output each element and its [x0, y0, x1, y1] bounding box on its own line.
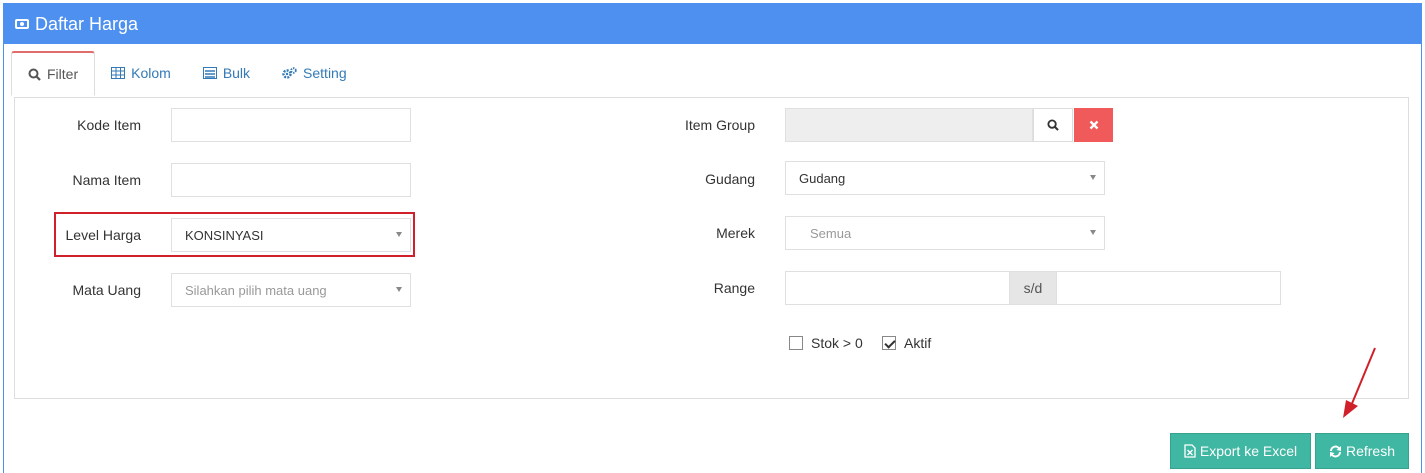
tab-setting[interactable]: Setting	[266, 51, 363, 95]
nama-item-label: Nama Item	[72, 172, 141, 188]
stok-checkbox[interactable]: Stok > 0	[789, 335, 863, 351]
tab-bulk-label: Bulk	[222, 65, 251, 81]
range-separator: s/d	[1010, 271, 1056, 305]
refresh-icon	[1329, 445, 1341, 457]
level-harga-select[interactable]: KONSINYASI	[171, 218, 411, 252]
search-icon	[28, 68, 41, 81]
chevron-down-icon	[396, 287, 402, 292]
level-harga-value: KONSINYASI	[185, 227, 264, 243]
item-group-input[interactable]	[785, 108, 1033, 142]
tab-filter-label: Filter	[47, 66, 79, 82]
mata-uang-label: Mata Uang	[72, 282, 141, 298]
item-group-clear-button[interactable]	[1074, 108, 1113, 142]
tab-bulk[interactable]: Bulk	[187, 51, 266, 95]
gudang-select[interactable]: Gudang	[785, 161, 1105, 195]
chevron-down-icon	[1090, 230, 1096, 235]
refresh-label: Refresh	[1345, 443, 1396, 459]
cogs-icon	[282, 66, 297, 79]
item-group-search-button[interactable]	[1033, 108, 1073, 142]
tab-setting-label: Setting	[303, 65, 347, 81]
chevron-down-icon	[396, 232, 402, 237]
refresh-button[interactable]: Refresh	[1315, 433, 1409, 469]
range-from-input[interactable]	[785, 271, 1010, 305]
kode-item-input[interactable]	[171, 108, 411, 142]
chevron-down-icon	[1090, 175, 1096, 180]
panel-header: Daftar Harga	[4, 4, 1421, 44]
aktif-checkbox-label: Aktif	[904, 335, 932, 351]
tab-kolom[interactable]: Kolom	[95, 51, 187, 95]
item-group-label: Item Group	[684, 117, 755, 133]
merek-select[interactable]: Semua	[785, 216, 1105, 250]
nama-item-input[interactable]	[171, 163, 411, 197]
level-harga-label: Level Harga	[65, 227, 142, 243]
range-label: Range	[713, 280, 755, 296]
mata-uang-select[interactable]: Silahkan pilih mata uang	[171, 273, 411, 307]
close-icon	[1089, 120, 1098, 130]
aktif-checkbox-box[interactable]	[882, 336, 896, 350]
list-icon	[202, 67, 217, 79]
gudang-value: Gudang	[799, 170, 846, 186]
merek-label: Merek	[716, 225, 755, 241]
gudang-label: Gudang	[705, 171, 755, 187]
export-excel-button[interactable]: Export ke Excel	[1170, 433, 1311, 469]
aktif-checkbox[interactable]: Aktif	[882, 335, 931, 351]
export-excel-label: Export ke Excel	[1199, 443, 1298, 459]
kode-item-label: Kode Item	[77, 117, 141, 133]
range-to-input[interactable]	[1056, 271, 1281, 305]
table-icon	[111, 67, 126, 79]
annotation-arrow-icon	[1343, 347, 1376, 418]
merek-placeholder: Semua	[810, 225, 852, 241]
search-icon	[1047, 119, 1059, 131]
mata-uang-placeholder: Silahkan pilih mata uang	[185, 282, 327, 298]
panel-title: Daftar Harga	[35, 13, 139, 34]
money-icon	[15, 19, 29, 29]
tab-kolom-label: Kolom	[131, 65, 171, 81]
tab-filter[interactable]: Filter	[11, 51, 96, 96]
tab-bar: Filter Kolom Bulk Setting	[11, 50, 1406, 96]
stok-checkbox-box[interactable]	[789, 336, 803, 350]
stok-checkbox-label: Stok > 0	[811, 335, 863, 351]
file-excel-icon	[1184, 444, 1196, 458]
